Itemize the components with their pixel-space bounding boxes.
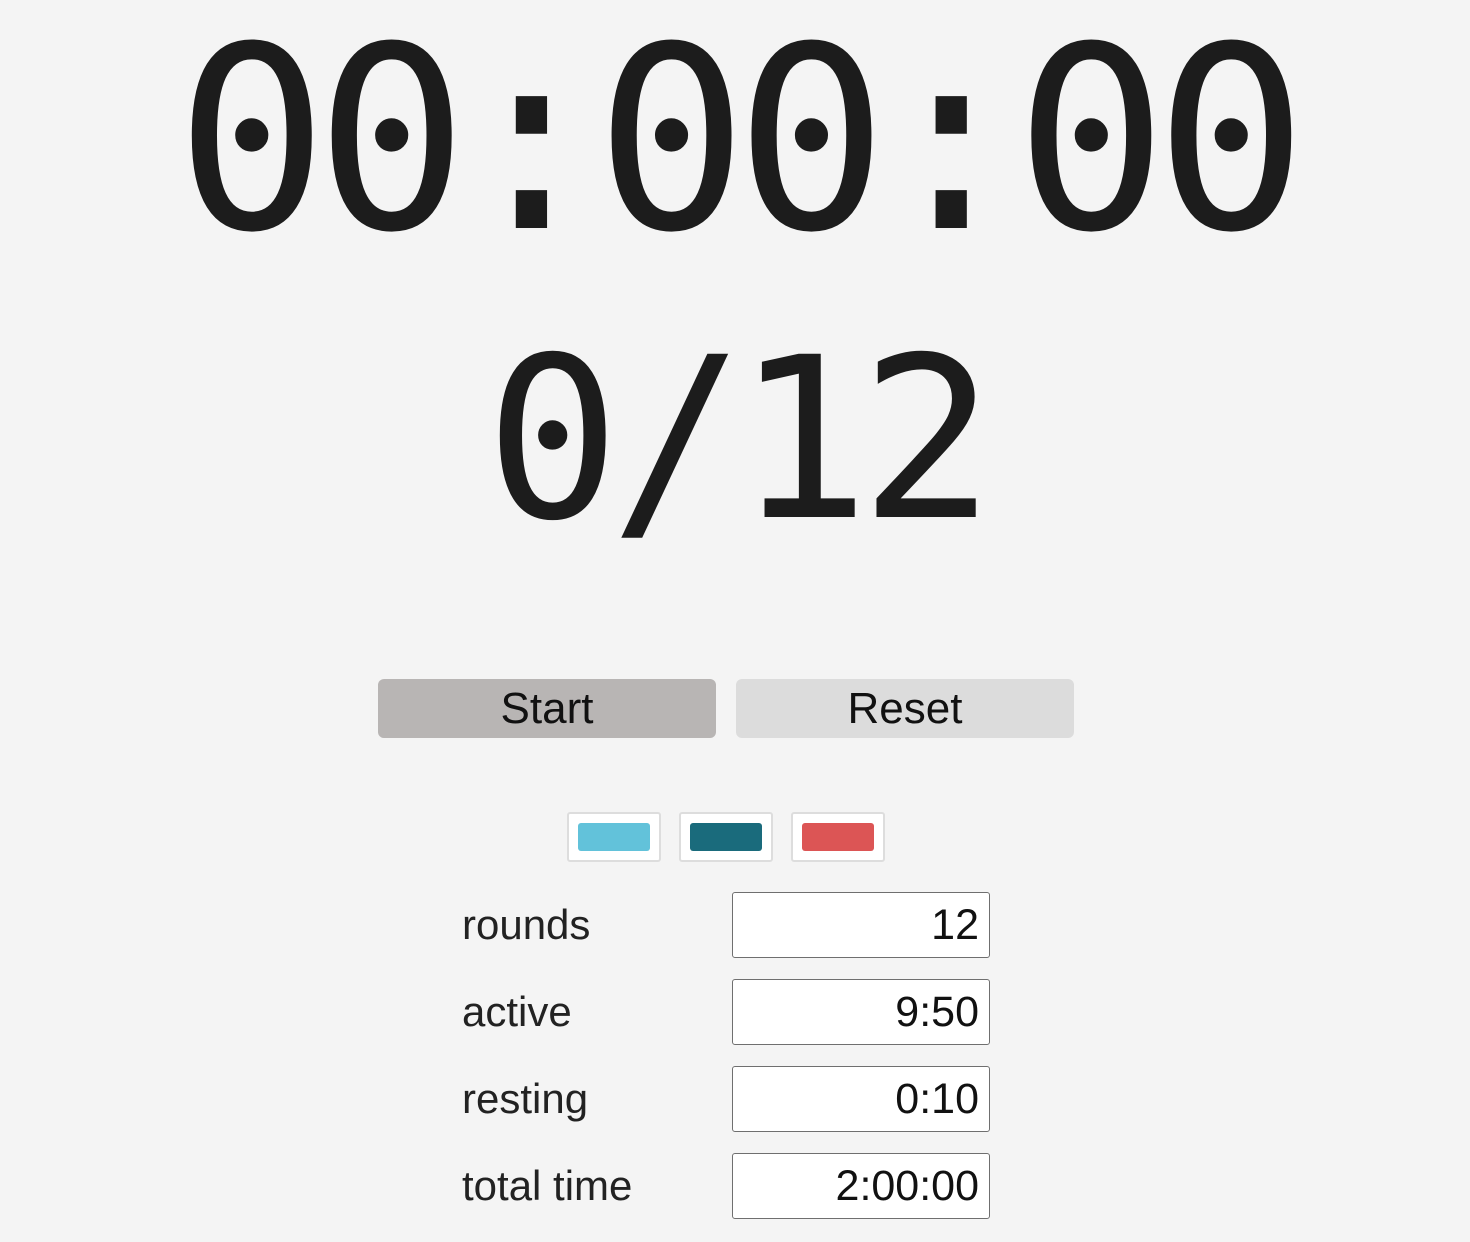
resting-label: resting bbox=[462, 1075, 589, 1122]
total-time-input[interactable] bbox=[732, 1153, 990, 1219]
round-counter-display: 0/12 bbox=[485, 309, 994, 570]
active-time-input[interactable] bbox=[732, 979, 990, 1045]
rounds-input[interactable] bbox=[732, 892, 990, 958]
swatch-color-red bbox=[802, 823, 874, 851]
theme-swatch-light-blue[interactable] bbox=[567, 812, 661, 862]
reset-button[interactable]: Reset bbox=[736, 679, 1074, 738]
rounds-setting-row: rounds bbox=[462, 892, 992, 958]
swatch-color-light-blue bbox=[578, 823, 650, 851]
resting-time-input[interactable] bbox=[732, 1066, 990, 1132]
active-setting-row: active bbox=[462, 979, 992, 1045]
resting-setting-row: resting bbox=[462, 1066, 992, 1132]
start-button[interactable]: Start bbox=[378, 679, 716, 738]
active-label: active bbox=[462, 988, 572, 1035]
rounds-label: rounds bbox=[462, 901, 591, 948]
total-time-setting-row: total time bbox=[462, 1153, 992, 1219]
swatch-color-dark-teal bbox=[690, 823, 762, 851]
timer-clock-display: 00:00:00 bbox=[175, 0, 1307, 288]
theme-swatch-red[interactable] bbox=[791, 812, 885, 862]
total-time-label: total time bbox=[462, 1162, 633, 1209]
theme-swatch-dark-teal[interactable] bbox=[679, 812, 773, 862]
